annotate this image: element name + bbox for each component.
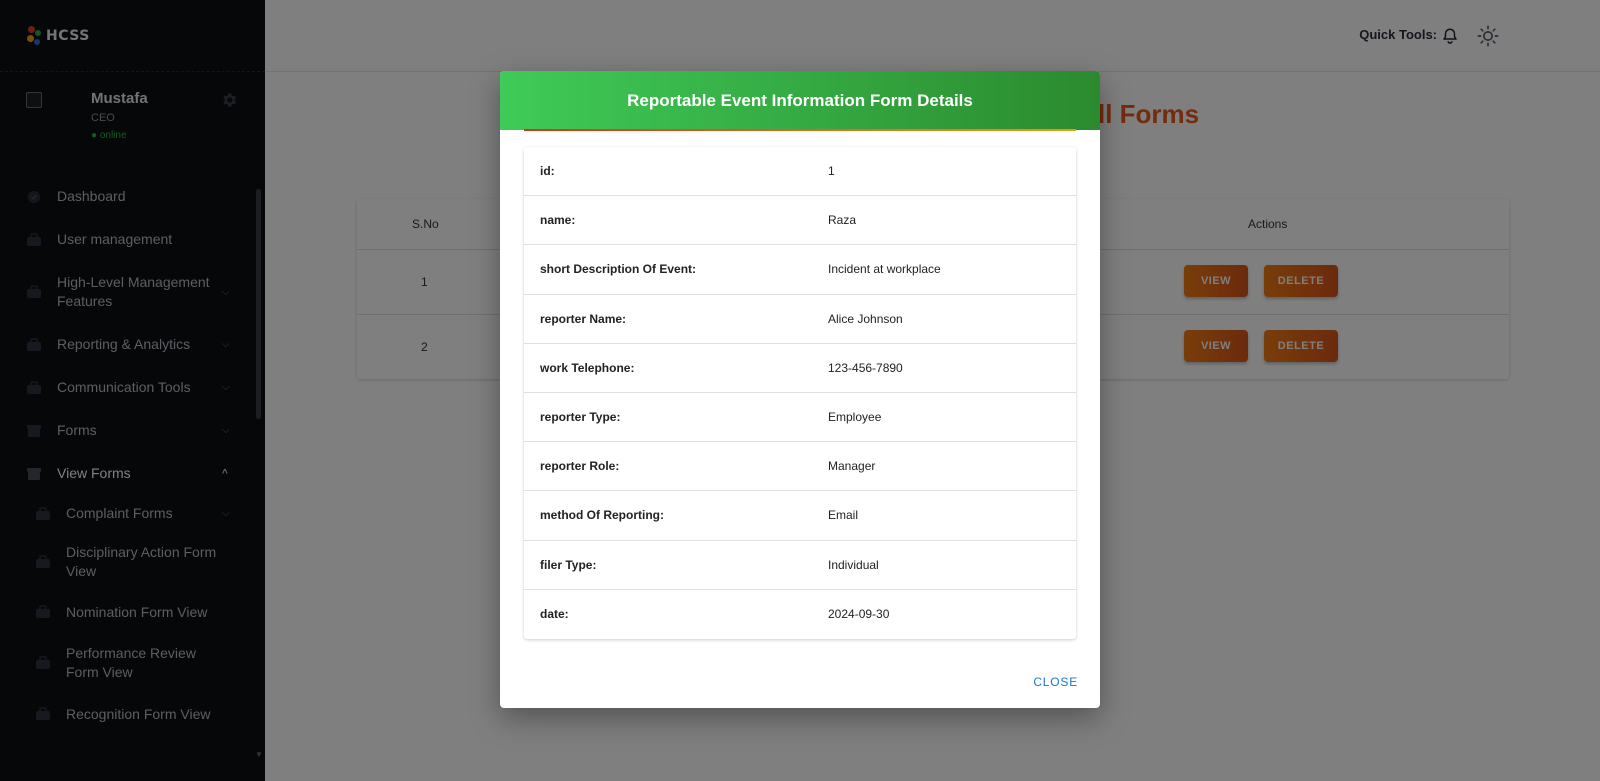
detail-key: reporter Name:: [540, 311, 627, 326]
detail-row-short-description: short Description Of Event: Incident at …: [524, 245, 1076, 295]
detail-row-id: id: 1: [524, 147, 1076, 197]
detail-key: work Telephone:: [540, 360, 635, 375]
detail-value: Raza: [828, 213, 857, 228]
detail-value: Incident at workplace: [828, 262, 941, 277]
detail-key: short Description Of Event:: [540, 262, 697, 277]
detail-key: reporter Type:: [540, 410, 621, 425]
detail-row-date: date: 2024-09-30: [524, 590, 1076, 639]
detail-row-name: name: Raza: [524, 196, 1076, 246]
detail-row-filer-type: filer Type: Individual: [524, 541, 1076, 590]
modal-title: Reportable Event Information Form Detail…: [500, 71, 1100, 130]
detail-key: reporter Role:: [540, 459, 620, 474]
detail-row-work-telephone: work Telephone: 123-456-7890: [524, 344, 1076, 393]
detail-key: id:: [540, 164, 555, 179]
detail-value: Manager: [828, 459, 876, 474]
details-modal: Reportable Event Information Form Detail…: [500, 71, 1100, 708]
detail-row-method-of-reporting: method Of Reporting: Email: [524, 491, 1076, 541]
close-button[interactable]: CLOSE: [1033, 675, 1078, 689]
detail-value: 2024-09-30: [828, 607, 890, 622]
detail-key: filer Type:: [540, 557, 597, 572]
details-card: id: 1 name: Raza short Description Of Ev…: [524, 147, 1076, 639]
detail-row-reporter-role: reporter Role: Manager: [524, 442, 1076, 492]
detail-value: Individual: [828, 557, 879, 572]
detail-value: 1: [828, 164, 835, 179]
detail-value: Employee: [828, 410, 882, 425]
detail-key: name:: [540, 213, 576, 228]
detail-row-reporter-type: reporter Type: Employee: [524, 393, 1076, 443]
modal-accent-line: [524, 129, 1076, 131]
detail-value: 123-456-7890: [828, 360, 903, 375]
detail-value: Email: [828, 508, 859, 523]
detail-key: date:: [540, 607, 569, 622]
detail-value: Alice Johnson: [828, 311, 903, 326]
detail-key: method Of Reporting:: [540, 508, 664, 523]
detail-row-reporter-name: reporter Name: Alice Johnson: [524, 295, 1076, 344]
